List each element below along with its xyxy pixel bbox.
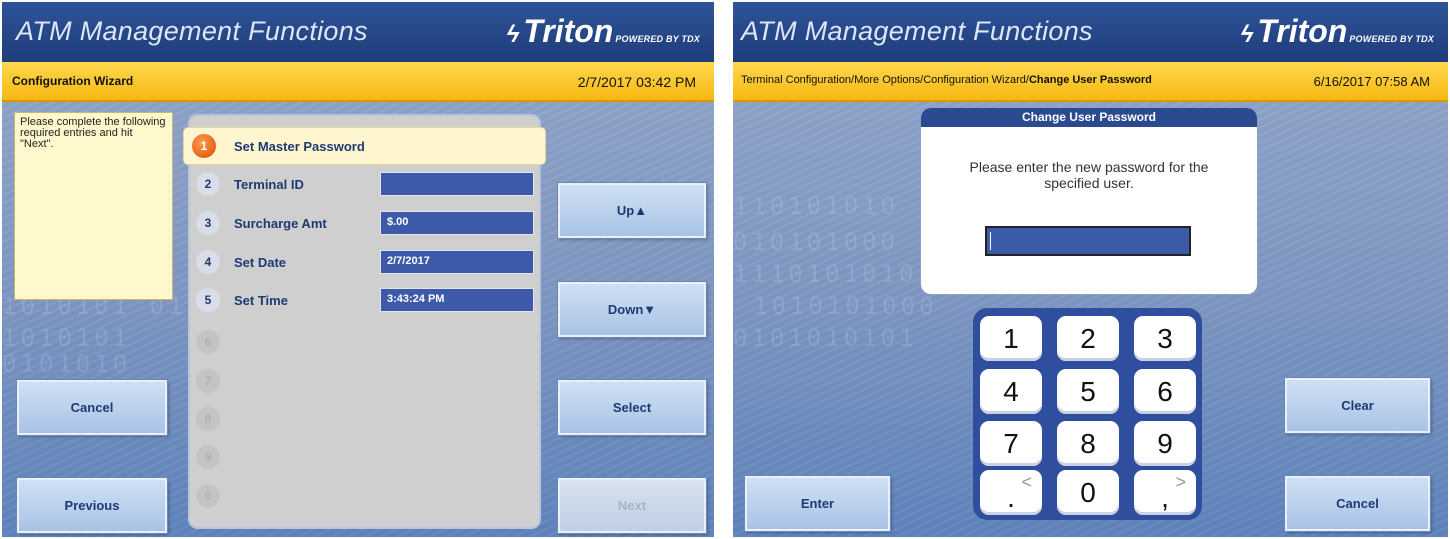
wizard-list: 1 Set Master Password 2 Terminal ID 3 Su…	[184, 114, 545, 529]
list-item-empty: 8	[188, 401, 541, 437]
key-1[interactable]: 1	[980, 316, 1042, 361]
help-text: Please complete the following required e…	[14, 112, 173, 300]
key-9[interactable]: 9	[1134, 421, 1196, 466]
key-5[interactable]: 5	[1057, 369, 1119, 414]
breadcrumb-current: Change User Password	[1028, 74, 1152, 86]
triton-logo: ϟ Triton POWERED BY TDX	[1240, 13, 1434, 49]
config-wizard-screen: ATM Management Functions ϟ Triton POWERED …	[0, 0, 716, 539]
time-value: 3:43:24 PM	[380, 288, 534, 312]
binary-bg: 0101010101	[733, 324, 918, 352]
change-password-screen: ATM Management Functions ϟ Triton POWERED …	[731, 0, 1450, 539]
numeric-keypad: 1 2 3 4 5 6 7 8 9 . < 0 , >	[973, 308, 1202, 520]
header-bar: ATM Management Functions ϟ Triton POWERED …	[733, 2, 1448, 62]
header-title: ATM Management Functions	[741, 16, 1093, 46]
key-0[interactable]: 0	[1057, 470, 1119, 515]
header-bar: ATM Management Functions ϟ Triton POWERED …	[2, 2, 714, 62]
triton-logo: ϟ Triton POWERED BY TDX	[506, 13, 700, 49]
cancel-button[interactable]: Cancel	[1285, 476, 1430, 531]
key-2[interactable]: 2	[1057, 316, 1119, 361]
list-item-set-time[interactable]: 5 Set Time 3:43:24 PM	[188, 282, 541, 318]
cancel-button[interactable]: Cancel	[17, 380, 167, 435]
date-value: 2/7/2017	[380, 250, 534, 274]
clear-button[interactable]: Clear	[1285, 378, 1430, 433]
key-comma[interactable]: , >	[1134, 470, 1196, 515]
up-button[interactable]: Up▲	[558, 183, 706, 238]
list-item-empty: 9	[188, 439, 541, 475]
terminal-id-value	[380, 172, 534, 196]
datetime: 6/16/2017 07:58 AM	[1313, 74, 1430, 89]
key-period[interactable]: . <	[980, 470, 1042, 515]
datetime: 2/7/2017 03:42 PM	[577, 74, 696, 90]
binary-bg: 1010101	[2, 324, 132, 352]
next-button[interactable]: Next	[558, 478, 706, 533]
binary-bg: 1110101010	[733, 260, 918, 288]
breadcrumb-path: Terminal Configuration/More Options/Conf…	[741, 74, 1029, 86]
key-4[interactable]: 4	[980, 369, 1042, 414]
password-input[interactable]	[985, 226, 1191, 256]
dialog-text: Please enter the new password for the sp…	[969, 159, 1209, 191]
key-7[interactable]: 7	[980, 421, 1042, 466]
text-cursor	[990, 232, 991, 250]
list-item-empty: 0	[188, 478, 541, 514]
list-item-surcharge-amt[interactable]: 3 Surcharge Amt $.00	[188, 205, 541, 241]
list-item-empty: 7	[188, 363, 541, 399]
surcharge-value: $.00	[380, 211, 534, 235]
breadcrumb: Configuration Wizard 2/7/2017 03:42 PM	[2, 62, 714, 102]
breadcrumb: Terminal Configuration/More Options/Conf…	[733, 62, 1448, 102]
select-button[interactable]: Select	[558, 380, 706, 435]
binary-bg: 1010101000	[753, 292, 938, 320]
key-3[interactable]: 3	[1134, 316, 1196, 361]
breadcrumb-text: Configuration Wizard	[12, 74, 134, 88]
previous-button[interactable]: Previous	[17, 478, 167, 533]
list-item-set-date[interactable]: 4 Set Date 2/7/2017	[188, 244, 541, 280]
key-8[interactable]: 8	[1057, 421, 1119, 466]
binary-bg: 0101010	[2, 350, 132, 378]
binary-bg: 010101000	[733, 228, 900, 256]
down-button[interactable]: Down▼	[558, 282, 706, 337]
binary-bg: 110101010	[733, 192, 900, 220]
enter-button[interactable]: Enter	[745, 476, 890, 531]
bolt-icon: ϟ	[1240, 21, 1254, 48]
list-item-terminal-id[interactable]: 2 Terminal ID	[188, 166, 541, 202]
key-6[interactable]: 6	[1134, 369, 1196, 414]
change-password-dialog: Change User Password Please enter the ne…	[921, 108, 1257, 294]
header-title: ATM Management Functions	[16, 16, 368, 46]
list-item-set-master-password[interactable]: 1 Set Master Password	[184, 128, 545, 164]
dialog-title: Change User Password	[921, 108, 1257, 127]
bolt-icon: ϟ	[506, 21, 520, 48]
list-item-empty: 6	[188, 324, 541, 360]
